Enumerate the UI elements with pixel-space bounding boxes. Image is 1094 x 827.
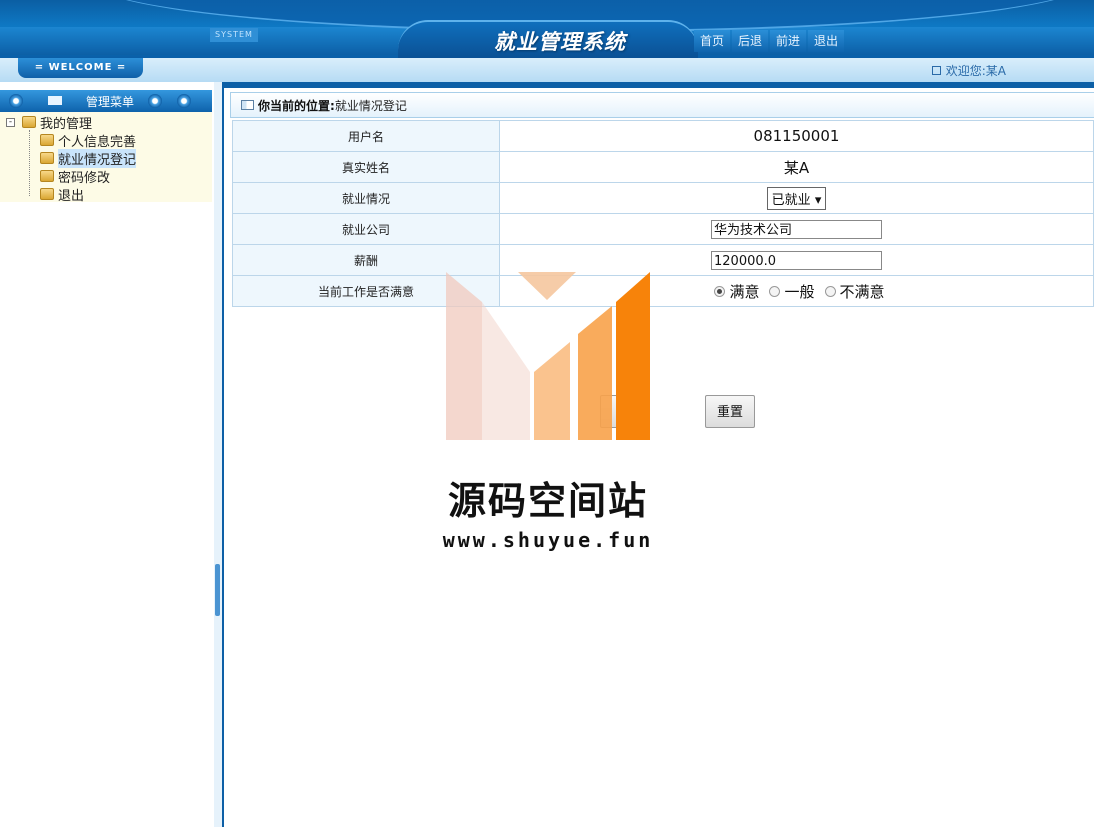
field-label: 薪酬	[232, 244, 500, 276]
tree-root-my-management[interactable]: 我的管理	[22, 113, 93, 132]
tree-collapse-icon[interactable]: -	[6, 118, 15, 127]
tree-node-label: 密码修改	[58, 170, 111, 186]
splitter-grip-handle[interactable]	[215, 564, 220, 616]
nav-forward-link[interactable]: 前进	[770, 30, 807, 52]
tree-node-label: 个人信息完善	[58, 134, 137, 150]
folder-icon	[40, 170, 54, 182]
menu-header: 管理菜单	[0, 90, 212, 112]
field-label: 真实姓名	[232, 151, 500, 183]
greeting-text: 欢迎您:某A	[945, 64, 1006, 78]
folder-icon	[40, 188, 54, 200]
satisfaction-radio-group: 满意 一般 不满意	[708, 281, 885, 302]
sidebar-item-profile[interactable]: 个人信息完善	[40, 131, 137, 150]
sidebar-item-password[interactable]: 密码修改	[40, 167, 111, 186]
breadcrumb-label: 你当前的位置:	[258, 98, 335, 113]
watermark-text: 源码空间站	[447, 479, 648, 523]
radio-label: 不满意	[839, 282, 885, 301]
radio-label: 一般	[784, 282, 815, 301]
table-row: 薪酬 120000.0	[232, 244, 1094, 276]
satisfied-radio[interactable]	[714, 285, 726, 297]
logo-mid-bar	[534, 342, 570, 440]
average-radio[interactable]	[769, 285, 781, 297]
table-row: 真实姓名 某A	[232, 151, 1094, 183]
dropdown-arrow-icon: ▾	[814, 192, 822, 208]
reset-button[interactable]: 重置	[705, 395, 755, 428]
tree-node-label: 退出	[58, 188, 85, 204]
sidebar-item-logout[interactable]: 退出	[40, 185, 85, 204]
field-label: 用户名	[232, 120, 500, 152]
menu-knob-icon	[9, 94, 23, 108]
company-cell: 华为技术公司	[499, 213, 1094, 245]
select-value: 已就业	[771, 192, 811, 208]
menu-title: 管理菜单	[86, 95, 135, 109]
breadcrumb-current: 就业情况登记	[334, 98, 407, 113]
employment-status-select[interactable]: 已就业 ▾	[766, 186, 827, 210]
tree-connector	[29, 130, 30, 196]
welcome-bar	[0, 58, 1094, 82]
folder-icon	[22, 116, 36, 128]
logo-triangle	[518, 272, 576, 300]
salary-input[interactable]: 120000.0	[711, 250, 882, 270]
table-row: 就业情况 已就业 ▾	[232, 182, 1094, 214]
table-row: 当前工作是否满意 满意 一般 不满意	[232, 275, 1094, 307]
nav-logout-link[interactable]: 退出	[808, 30, 845, 52]
app-title: 就业管理系统	[494, 30, 626, 54]
watermark-logo	[446, 272, 650, 440]
welcome-tab: = WELCOME =	[18, 58, 143, 78]
menu-knob-icon	[177, 94, 191, 108]
tree-node-label: 我的管理	[40, 116, 93, 132]
folder-icon	[40, 152, 54, 164]
field-label: 就业情况	[232, 182, 500, 214]
logo-diagonal	[482, 302, 530, 440]
envelope-icon	[48, 96, 62, 105]
user-icon	[931, 66, 941, 75]
dissatisfied-radio[interactable]	[824, 285, 836, 297]
top-nav: 首页 后退 前进 退出	[694, 30, 846, 52]
system-tag: SYSTEM	[210, 28, 258, 42]
table-row: 就业公司 华为技术公司	[232, 213, 1094, 245]
watermark-url: www.shuyue.fun	[442, 528, 654, 552]
nav-home-link[interactable]: 首页	[694, 30, 731, 52]
logo-left-bar	[446, 272, 482, 440]
folder-icon	[40, 134, 54, 146]
logo-right-bar	[616, 272, 650, 440]
table-row: 用户名 081150001	[232, 120, 1094, 152]
real-name-value: 某A	[499, 151, 1094, 183]
radio-label: 满意	[729, 282, 760, 301]
frame-splitter[interactable]	[214, 82, 224, 827]
top-banner: SYSTEM 就业管理系统 首页 后退 前进 退出	[0, 0, 1094, 58]
tree-node-label: 就业情况登记	[58, 148, 137, 168]
menu-knob-icon	[148, 94, 162, 108]
user-greeting: 欢迎您:某A	[931, 62, 1006, 79]
sidebar-item-employment[interactable]: 就业情况登记	[40, 148, 137, 168]
employment-form: 用户名 081150001 真实姓名 某A 就业情况 已就业 ▾ 就业公司 华为…	[232, 120, 1094, 307]
page-icon	[241, 100, 254, 110]
field-label: 就业公司	[232, 213, 500, 245]
employment-status-cell: 已就业 ▾	[499, 182, 1094, 214]
company-input[interactable]: 华为技术公司	[711, 219, 882, 239]
breadcrumb: 你当前的位置: 就业情况登记	[230, 92, 1094, 118]
logo-tall-bar	[578, 306, 612, 440]
username-value: 081150001	[499, 120, 1094, 152]
nav-back-link[interactable]: 后退	[732, 30, 769, 52]
salary-cell: 120000.0	[499, 244, 1094, 276]
